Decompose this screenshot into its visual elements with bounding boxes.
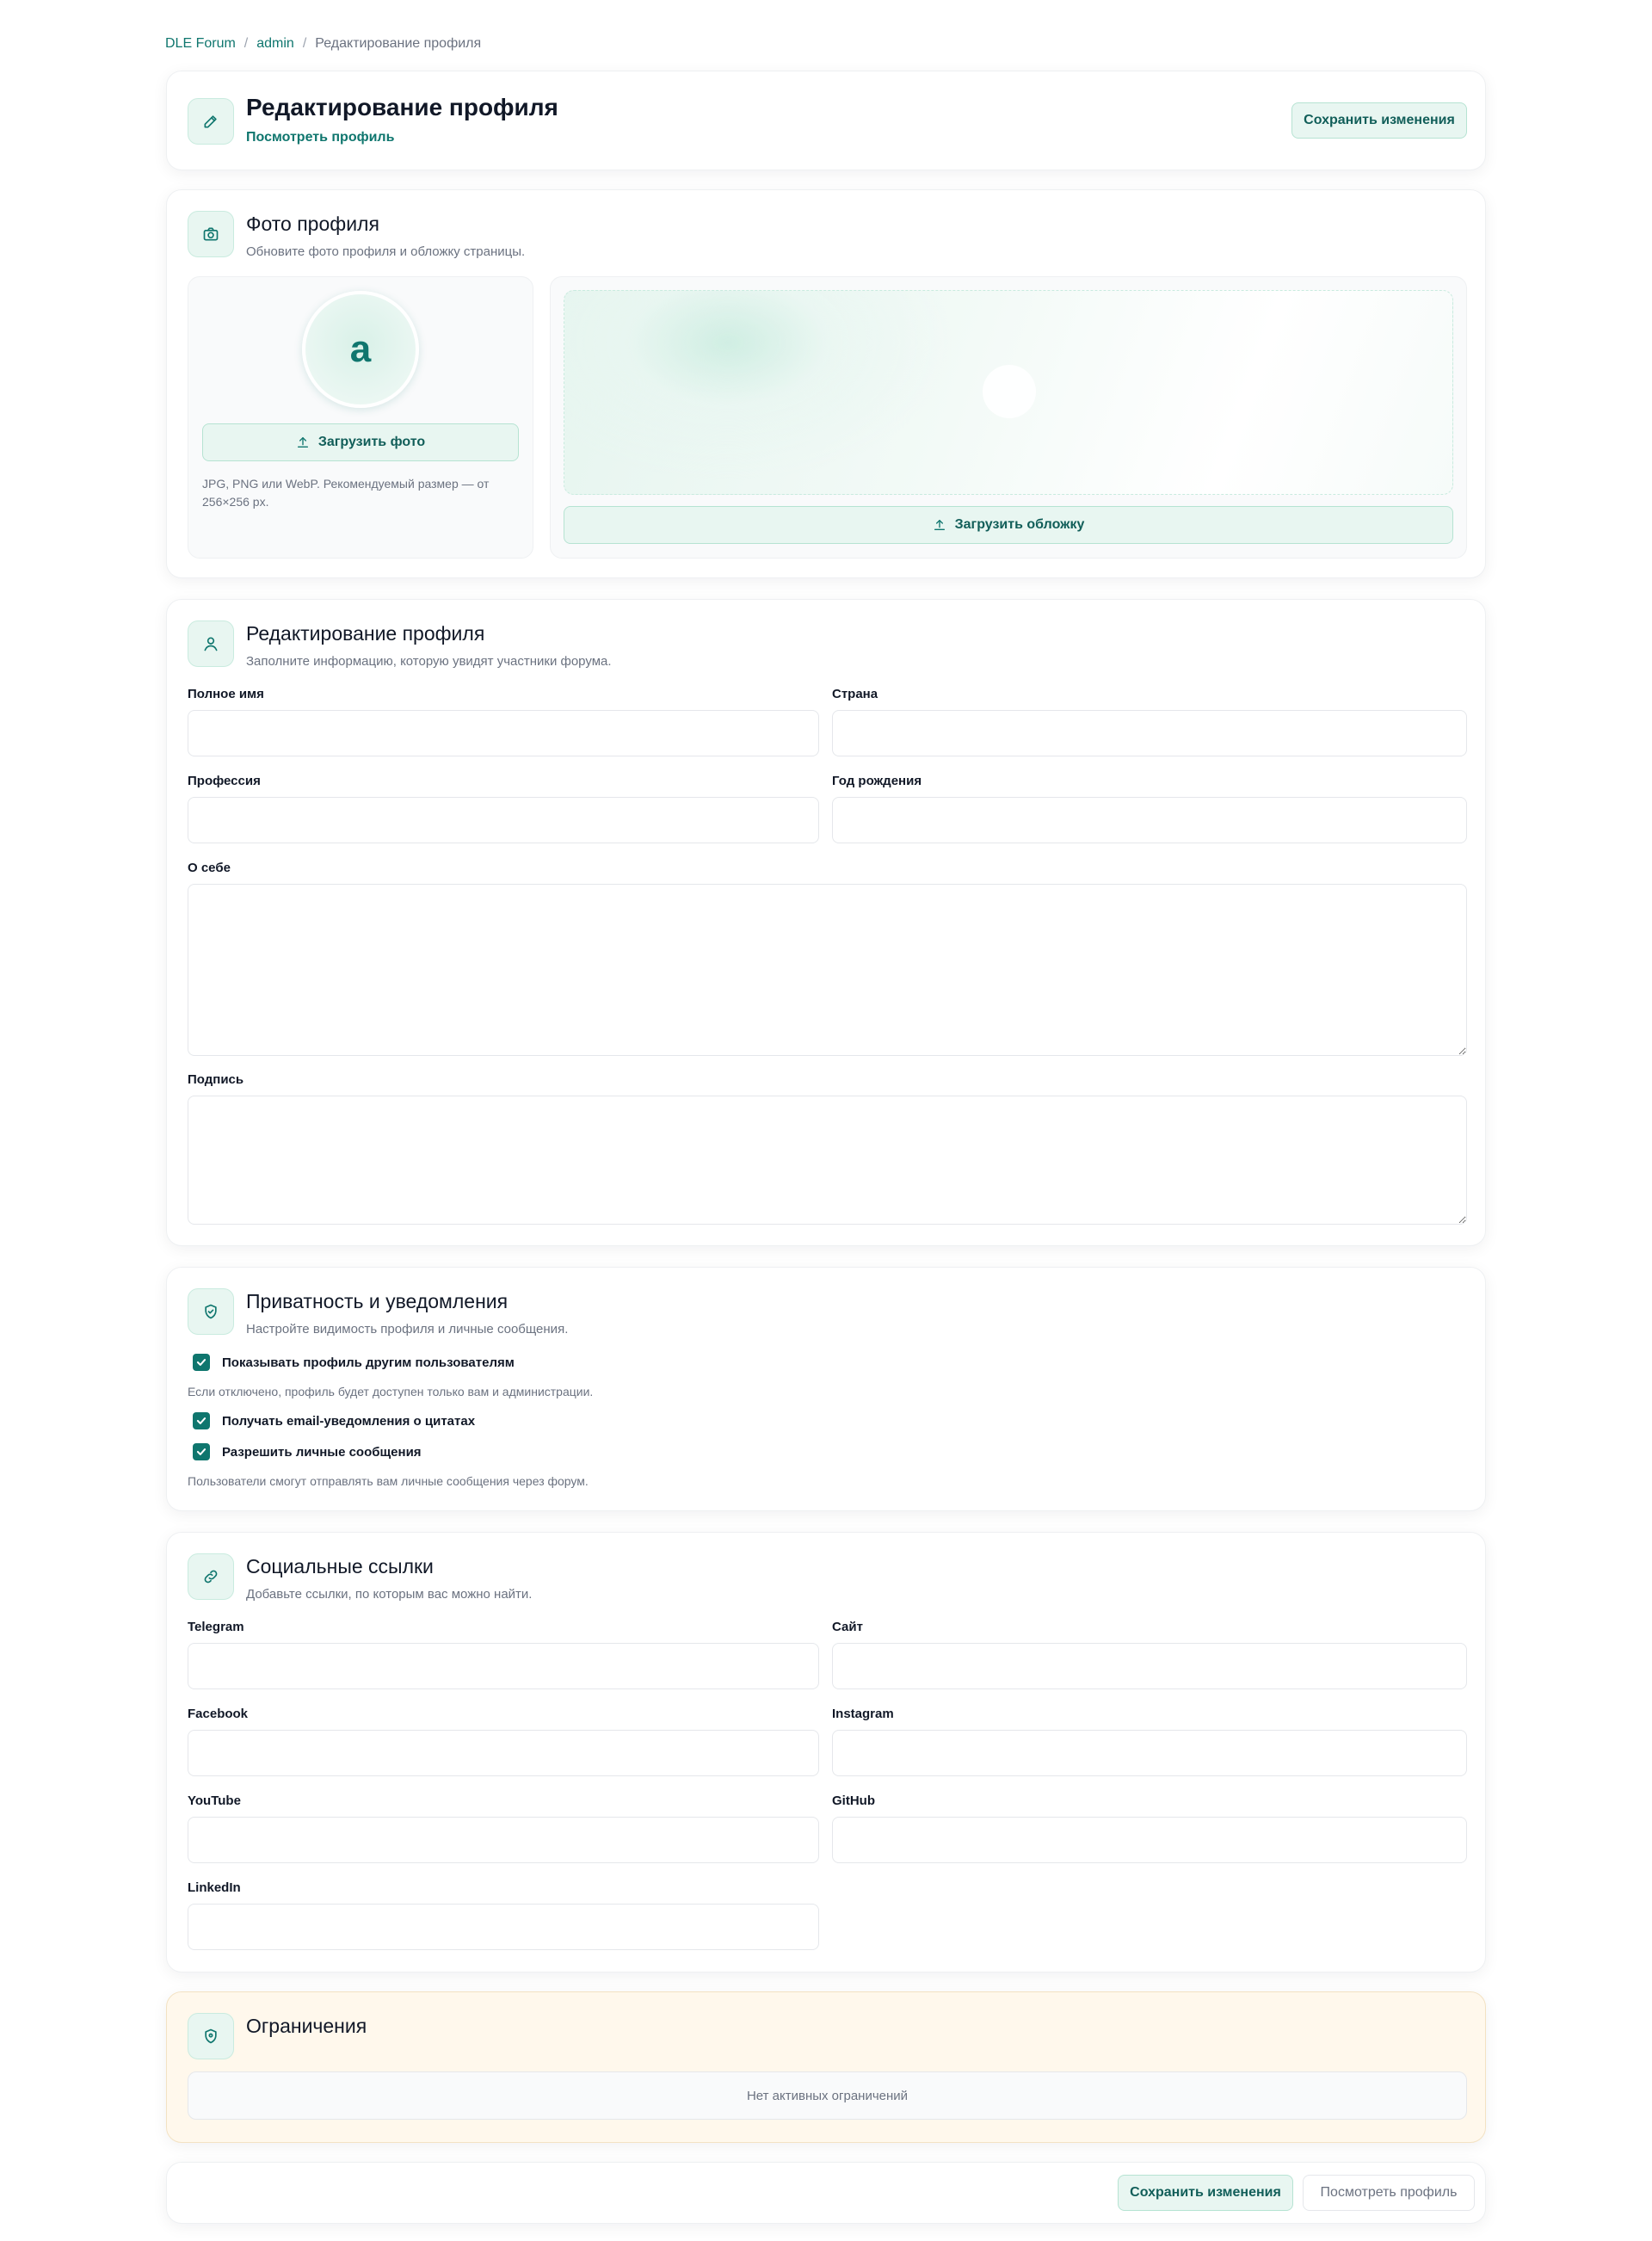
github-label: GitHub: [832, 1793, 875, 1808]
shield-icon: [188, 1288, 234, 1335]
email-notify-label: Получать email-уведомления о цитатах: [222, 1413, 476, 1429]
profile-section-title: Редактирование профиля: [246, 622, 485, 645]
profession-label: Профессия: [188, 774, 261, 788]
upload-icon: [296, 435, 310, 449]
show-profile-hint: Если отключено, профиль будет доступен т…: [188, 1385, 594, 1398]
pm-label: Разрешить личные сообщения: [222, 1444, 422, 1460]
photo-section-title: Фото профиля: [246, 213, 379, 235]
facebook-label: Facebook: [188, 1707, 249, 1721]
user-icon: [188, 620, 234, 667]
youtube-label: YouTube: [188, 1793, 241, 1808]
avatar-letter: a: [349, 328, 372, 370]
upload-cover-button[interactable]: Загрузить обложку: [564, 506, 1453, 544]
privacy-section-title: Приватность и уведомления: [246, 1290, 509, 1312]
linkedin-label: LinkedIn: [188, 1880, 241, 1895]
shield-icon: [188, 2013, 234, 2059]
footer-view-profile-button[interactable]: Посмотреть профиль: [1303, 2175, 1475, 2211]
full-name-input[interactable]: [188, 710, 819, 756]
profile-card: Редактирование профиля Заполните информа…: [166, 599, 1486, 1246]
show-profile-checkbox[interactable]: [193, 1354, 210, 1371]
birth-year-input[interactable]: [832, 797, 1467, 843]
breadcrumb-user-link[interactable]: admin: [256, 36, 294, 52]
cover-preview[interactable]: [564, 290, 1453, 495]
upload-icon: [933, 518, 946, 532]
privacy-section-subtitle: Настройте видимость профиля и личные соо…: [246, 1322, 569, 1337]
breadcrumb-separator: /: [302, 36, 307, 51]
upload-cover-label: Загрузить обложку: [954, 517, 1085, 532]
telegram-label: Telegram: [188, 1620, 244, 1634]
about-label: О себе: [188, 861, 231, 875]
camera-icon: [188, 211, 234, 257]
instagram-label: Instagram: [832, 1707, 894, 1721]
footer-bar: Сохранить изменения Посмотреть профиль: [166, 2162, 1486, 2224]
full-name-label: Полное имя: [188, 687, 264, 701]
site-label: Сайт: [832, 1620, 863, 1634]
github-input[interactable]: [832, 1817, 1467, 1863]
profession-input[interactable]: [188, 797, 819, 843]
page: DLE Forum / admin / Редактирование профи…: [0, 0, 1652, 2241]
cover-placeholder-circle: [983, 365, 1036, 418]
upload-photo-label: Загрузить фото: [317, 435, 426, 449]
social-section-subtitle: Добавьте ссылки, по которым вас можно на…: [246, 1587, 533, 1602]
pm-hint: Пользователи смогут отправлять вам личны…: [188, 1474, 589, 1488]
link-icon: [188, 1553, 234, 1600]
email-notify-option[interactable]: Получать email-уведомления о цитатах: [193, 1412, 475, 1429]
privacy-card: Приватность и уведомления Настройте види…: [166, 1267, 1486, 1511]
breadcrumb-current: Редактирование профиля: [315, 36, 482, 51]
photo-hint: JPG, PNG или WebP. Рекомендуемый размер …: [202, 477, 490, 509]
country-label: Страна: [832, 687, 878, 701]
signature-label: Подпись: [188, 1072, 244, 1087]
avatar[interactable]: a: [302, 291, 419, 408]
upload-photo-button[interactable]: Загрузить фото: [202, 423, 519, 461]
photo-card: Фото профиля Обновите фото профиля и обл…: [166, 189, 1486, 578]
instagram-input[interactable]: [832, 1730, 1467, 1776]
view-profile-link[interactable]: Посмотреть профиль: [246, 130, 394, 145]
telegram-input[interactable]: [188, 1643, 819, 1689]
birth-year-label: Год рождения: [832, 774, 922, 788]
pm-checkbox[interactable]: [193, 1443, 210, 1460]
page-title: Редактирование профиля: [246, 94, 558, 120]
photo-section-subtitle: Обновите фото профиля и обложку страницы…: [246, 244, 526, 259]
restrictions-empty-state: Нет активных ограничений: [188, 2071, 1467, 2120]
email-notify-checkbox[interactable]: [193, 1412, 210, 1429]
show-profile-option[interactable]: Показывать профиль другим пользователям: [193, 1354, 515, 1371]
linkedin-input[interactable]: [188, 1904, 819, 1950]
save-changes-button[interactable]: Сохранить изменения: [1291, 102, 1467, 139]
header-card: Редактирование профиля Посмотреть профил…: [166, 71, 1486, 170]
pm-option[interactable]: Разрешить личные сообщения: [193, 1443, 422, 1460]
restrictions-card: Ограничения Нет активных ограничений: [166, 1991, 1486, 2143]
breadcrumb: DLE Forum / admin / Редактирование профи…: [165, 36, 481, 52]
site-input[interactable]: [832, 1643, 1467, 1689]
avatar-panel: a Загрузить фото JPG, PNG или WebP. Реко…: [188, 276, 533, 559]
cover-panel: Загрузить обложку: [550, 276, 1467, 559]
breadcrumb-home-link[interactable]: DLE Forum: [165, 36, 236, 52]
profile-section-subtitle: Заполните информацию, которую увидят уча…: [246, 654, 612, 669]
show-profile-label: Показывать профиль другим пользователям: [222, 1355, 515, 1370]
about-textarea[interactable]: [188, 884, 1467, 1056]
pencil-icon: [188, 98, 234, 145]
country-input[interactable]: [832, 710, 1467, 756]
footer-save-button[interactable]: Сохранить изменения: [1118, 2175, 1293, 2211]
breadcrumb-separator: /: [243, 36, 249, 51]
facebook-input[interactable]: [188, 1730, 819, 1776]
social-card: Социальные ссылки Добавьте ссылки, по ко…: [166, 1532, 1486, 1972]
social-section-title: Социальные ссылки: [246, 1555, 434, 1577]
restrictions-empty-text: Нет активных ограничений: [746, 2088, 909, 2103]
restrictions-section-title: Ограничения: [246, 2015, 367, 2037]
signature-textarea[interactable]: [188, 1096, 1467, 1225]
youtube-input[interactable]: [188, 1817, 819, 1863]
